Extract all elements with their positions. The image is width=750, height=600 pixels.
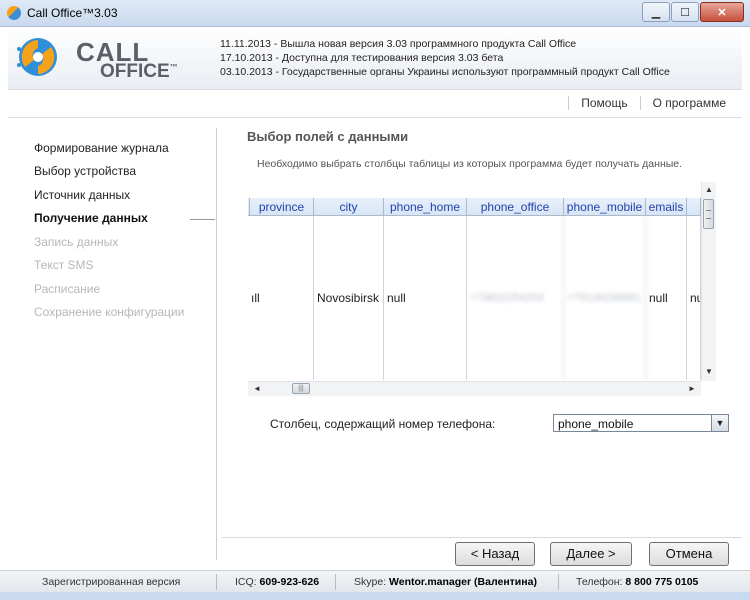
chevron-down-icon[interactable]: ▼ (711, 415, 728, 431)
close-button[interactable]: ✕ (700, 2, 744, 22)
window-titlebar[interactable]: Call Office™3.03 ▁ ☐ ✕ (0, 0, 750, 27)
back-button[interactable]: < Назад (455, 542, 535, 566)
column-header[interactable]: phone_office (467, 198, 564, 216)
page-description: Необходимо выбрать столбцы таблицы из ко… (257, 158, 683, 170)
app-header: CALL OFFICE™ 11.11.2013 - Вышла новая ве… (8, 27, 742, 90)
phone-column-select[interactable]: phone_mobile ▼ (553, 414, 729, 432)
active-step-indicator (190, 219, 215, 220)
call-office-logo: CALL OFFICE™ (14, 33, 204, 83)
table-cell-redacted[interactable]: +73832254254 (467, 216, 564, 380)
cancel-button[interactable]: Отмена (649, 542, 729, 566)
wizard-steps: Формирование журнала Выбор устройства Ис… (8, 128, 216, 560)
horizontal-scroll-thumb[interactable]: ||| (292, 383, 310, 394)
vertical-scroll-thumb[interactable] (703, 199, 714, 229)
column-header-partial (687, 198, 701, 216)
table-cell-redacted[interactable]: +79139158881 (564, 216, 646, 380)
logo-text-office: OFFICE™ (100, 61, 178, 82)
table-cell[interactable]: null (384, 216, 467, 380)
scroll-up-icon[interactable]: ▲ (705, 185, 713, 194)
news-item[interactable]: 03.10.2013 - Государственные органы Укра… (220, 65, 670, 79)
table-cell[interactable]: null (646, 216, 687, 380)
top-nav: Помощь О программе (8, 90, 742, 118)
phone-column-label: Столбец, содержащий номер телефона: (270, 417, 496, 431)
maximize-icon: ☐ (680, 6, 690, 19)
scroll-left-icon[interactable]: ◄ (253, 384, 261, 393)
nav-divider (639, 96, 641, 110)
grid-viewport: province city phone_home phone_office ph… (248, 198, 701, 380)
close-icon: ✕ (717, 6, 727, 19)
column-header[interactable]: city (314, 198, 384, 216)
step-schedule: Расписание (34, 282, 101, 296)
minimize-icon: ▁ (651, 6, 661, 19)
window-title: Call Office™3.03 (27, 6, 118, 20)
scroll-down-icon[interactable]: ▼ (705, 367, 713, 376)
news-item[interactable]: 17.10.2013 - Доступна для тестирования в… (220, 51, 670, 65)
maximize-button[interactable]: ☐ (671, 2, 699, 22)
column-header[interactable]: emails (646, 198, 687, 216)
window-frame-bottom (0, 592, 750, 600)
table-cell[interactable]: nu (687, 216, 701, 380)
step-journal[interactable]: Формирование журнала (34, 141, 169, 155)
phone-contact: Телефон: 8 800 775 0105 (576, 576, 699, 588)
license-status: Зарегистрированная версия (42, 576, 181, 588)
column-header[interactable]: province (250, 198, 314, 216)
table-row[interactable]: ıll Novosibirsk null +73832254254 +79139… (248, 216, 701, 380)
step-device[interactable]: Выбор устройства (34, 164, 136, 178)
sidebar-divider (216, 128, 217, 560)
icq-contact: ICQ: 609-923-626 (235, 576, 320, 588)
logo-mark-icon (17, 38, 57, 76)
news-item[interactable]: 11.11.2013 - Вышла новая версия 3.03 про… (220, 37, 670, 51)
status-divider (558, 574, 559, 590)
about-link[interactable]: О программе (653, 96, 726, 110)
skype-contact: Skype: Wentor.manager (Валентина) (354, 576, 537, 588)
footer-divider (222, 537, 742, 538)
horizontal-scrollbar[interactable]: ◄ ||| ► (248, 381, 701, 396)
app-icon (7, 6, 21, 20)
table-cell[interactable]: ıll (248, 216, 314, 380)
step-source[interactable]: Источник данных (34, 188, 130, 202)
column-header[interactable]: phone_home (384, 198, 467, 216)
vertical-scrollbar[interactable]: ▲ ▼ (701, 182, 716, 381)
scroll-right-icon[interactable]: ► (688, 384, 696, 393)
phone-column-value: phone_mobile (558, 417, 634, 431)
column-header[interactable]: phone_mobile (564, 198, 646, 216)
grid-header: province city phone_home phone_office ph… (248, 198, 701, 216)
next-button[interactable]: Далее > (550, 542, 632, 566)
table-cell[interactable]: Novosibirsk (314, 216, 384, 380)
step-write-data: Запись данных (34, 235, 119, 249)
step-sms-text: Текст SMS (34, 258, 94, 272)
status-divider (335, 574, 336, 590)
news-list: 11.11.2013 - Вышла новая версия 3.03 про… (220, 37, 670, 79)
help-link[interactable]: Помощь (581, 96, 627, 110)
step-save-config: Сохранение конфигурации (34, 305, 185, 319)
status-divider (216, 574, 217, 590)
window-controls: ▁ ☐ ✕ (641, 2, 744, 22)
page-title: Выбор полей с данными (247, 129, 409, 144)
minimize-button[interactable]: ▁ (642, 2, 670, 22)
nav-divider (568, 96, 570, 110)
status-bar: Зарегистрированная версия ICQ: 609-923-6… (0, 570, 750, 593)
step-receive-data[interactable]: Получение данных (34, 211, 148, 225)
data-grid[interactable]: province city phone_home phone_office ph… (248, 182, 716, 397)
